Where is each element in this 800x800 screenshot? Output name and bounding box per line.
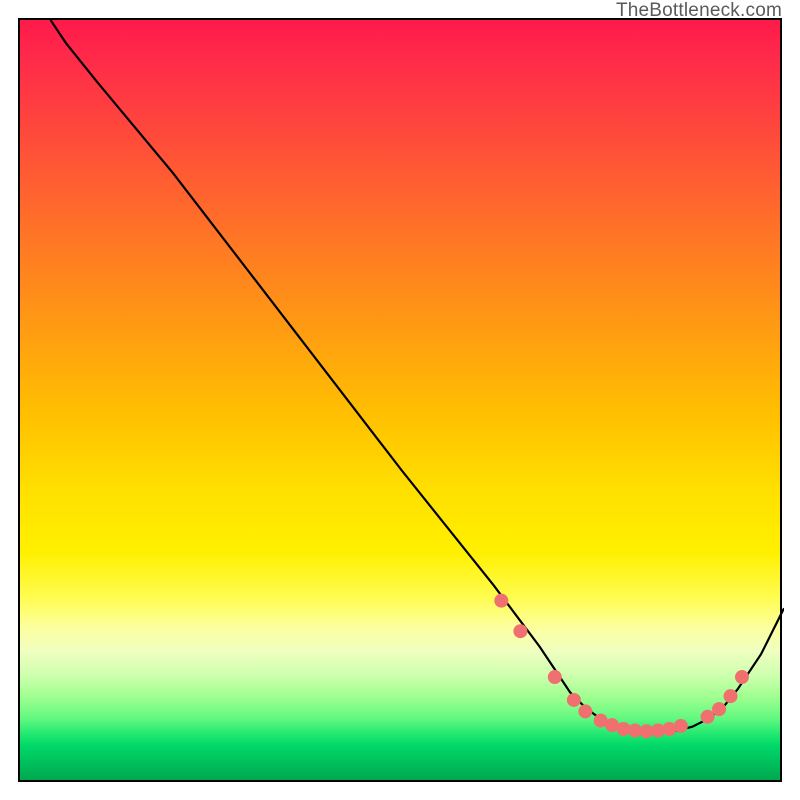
data-marker bbox=[578, 704, 592, 718]
data-marker bbox=[674, 719, 688, 733]
chart-svg bbox=[20, 20, 784, 784]
curve-markers bbox=[494, 594, 749, 739]
curve-line bbox=[51, 20, 784, 732]
plot-area bbox=[18, 18, 782, 782]
data-marker bbox=[701, 710, 715, 724]
data-marker bbox=[712, 702, 726, 716]
chart-container: TheBottleneck.com bbox=[0, 0, 800, 800]
data-marker bbox=[494, 594, 508, 608]
data-marker bbox=[724, 689, 738, 703]
data-marker bbox=[548, 670, 562, 684]
data-marker bbox=[513, 624, 527, 638]
data-marker bbox=[567, 693, 581, 707]
data-marker bbox=[735, 670, 749, 684]
